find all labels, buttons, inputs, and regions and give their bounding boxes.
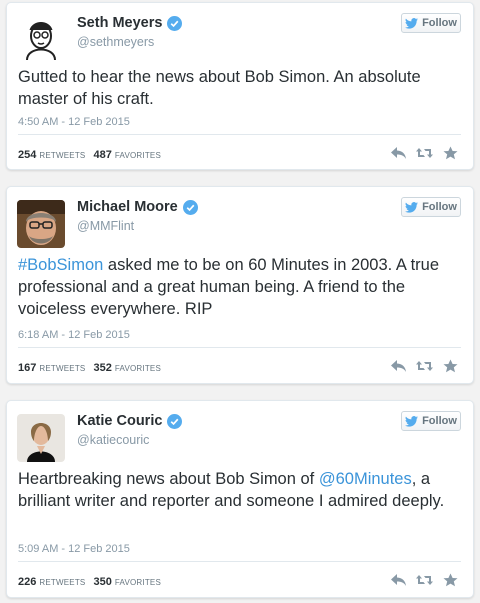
tweet-timestamp[interactable]: 4:50 AM - 12 Feb 2015	[18, 116, 130, 128]
author-row: Katie Couric	[77, 413, 183, 429]
tweet-text: #BobSimon asked me to be on 60 Minutes i…	[18, 254, 461, 320]
follow-button[interactable]: Follow	[401, 197, 461, 217]
reply-icon[interactable]	[390, 573, 407, 587]
verified-badge-icon	[167, 413, 183, 429]
follow-label: Follow	[422, 201, 457, 213]
tweet-card: Katie Couric @katiecouric Follow Heartbr…	[6, 400, 474, 598]
tweet-timestamp[interactable]: 6:18 AM - 12 Feb 2015	[18, 329, 130, 341]
tweet-card: Seth Meyers @sethmeyers Follow Gutted to…	[6, 2, 474, 170]
retweets-label: RETWEETS	[39, 151, 86, 160]
reply-icon[interactable]	[390, 359, 407, 373]
favorite-count-stat[interactable]: 350 FAVORITES	[93, 576, 161, 588]
avatar[interactable]	[17, 200, 65, 248]
retweet-icon[interactable]	[416, 146, 433, 160]
divider	[18, 347, 461, 348]
retweet-count: 254	[18, 149, 37, 161]
follow-button[interactable]: Follow	[401, 411, 461, 431]
reply-icon[interactable]	[390, 146, 407, 160]
verified-badge-icon	[182, 199, 198, 215]
tweet-text: Gutted to hear the news about Bob Simon.…	[18, 68, 421, 108]
verified-badge-icon	[167, 15, 183, 31]
retweet-count-stat[interactable]: 167 RETWEETS	[18, 362, 85, 374]
favorite-star-icon[interactable]	[442, 359, 459, 373]
follow-label: Follow	[422, 17, 457, 29]
follow-button[interactable]: Follow	[401, 13, 461, 33]
avatar-photo-image	[17, 200, 65, 248]
favorites-label: FAVORITES	[114, 578, 161, 587]
tweet-stats: 167 RETWEETS 352 FAVORITES	[18, 362, 161, 374]
favorites-label: FAVORITES	[114, 364, 161, 373]
retweet-icon[interactable]	[416, 573, 433, 587]
favorite-count: 352	[93, 362, 112, 374]
retweet-count: 167	[18, 362, 37, 374]
author-row: Michael Moore	[77, 199, 198, 215]
author-handle[interactable]: @katiecouric	[77, 433, 149, 447]
tweet-actions	[390, 573, 459, 587]
twitter-bird-icon	[405, 415, 419, 427]
avatar[interactable]	[17, 16, 65, 64]
avatar[interactable]	[17, 414, 65, 462]
divider	[18, 561, 461, 562]
retweet-count-stat[interactable]: 254 RETWEETS	[18, 149, 85, 161]
retweet-count: 226	[18, 576, 37, 588]
tweet-feed: Seth Meyers @sethmeyers Follow Gutted to…	[0, 0, 480, 603]
follow-label: Follow	[422, 415, 457, 427]
twitter-bird-icon	[405, 201, 419, 213]
favorites-label: FAVORITES	[114, 151, 161, 160]
author-name[interactable]: Katie Couric	[77, 413, 162, 429]
favorite-count-stat[interactable]: 487 FAVORITES	[93, 149, 161, 161]
divider	[18, 134, 461, 135]
mention-link[interactable]: @60Minutes	[319, 470, 412, 488]
tweet-timestamp[interactable]: 5:09 AM - 12 Feb 2015	[18, 543, 130, 555]
tweet-text-body: Heartbreaking news about Bob Simon of	[18, 470, 319, 488]
twitter-bird-icon	[405, 17, 419, 29]
favorite-star-icon[interactable]	[442, 146, 459, 160]
tweet-card: Michael Moore @MMFlint Follow #BobSimon …	[6, 186, 474, 384]
tweet-text: Heartbreaking news about Bob Simon of @6…	[18, 468, 461, 512]
tweet-actions	[390, 146, 459, 160]
retweet-icon[interactable]	[416, 359, 433, 373]
avatar-drawing-image	[17, 16, 65, 64]
tweet-stats: 254 RETWEETS 487 FAVORITES	[18, 149, 161, 161]
author-name[interactable]: Michael Moore	[77, 199, 178, 215]
tweet-stats: 226 RETWEETS 350 FAVORITES	[18, 576, 161, 588]
hashtag-link[interactable]: #BobSimon	[18, 256, 103, 274]
favorite-count: 487	[93, 149, 112, 161]
retweets-label: RETWEETS	[39, 364, 86, 373]
favorite-count-stat[interactable]: 352 FAVORITES	[93, 362, 161, 374]
retweets-label: RETWEETS	[39, 578, 86, 587]
favorite-star-icon[interactable]	[442, 573, 459, 587]
retweet-count-stat[interactable]: 226 RETWEETS	[18, 576, 85, 588]
favorite-count: 350	[93, 576, 112, 588]
author-handle[interactable]: @sethmeyers	[77, 35, 154, 49]
avatar-photo-image	[17, 414, 65, 462]
tweet-actions	[390, 359, 459, 373]
author-handle[interactable]: @MMFlint	[77, 219, 134, 233]
author-name[interactable]: Seth Meyers	[77, 15, 162, 31]
author-row: Seth Meyers	[77, 15, 183, 31]
